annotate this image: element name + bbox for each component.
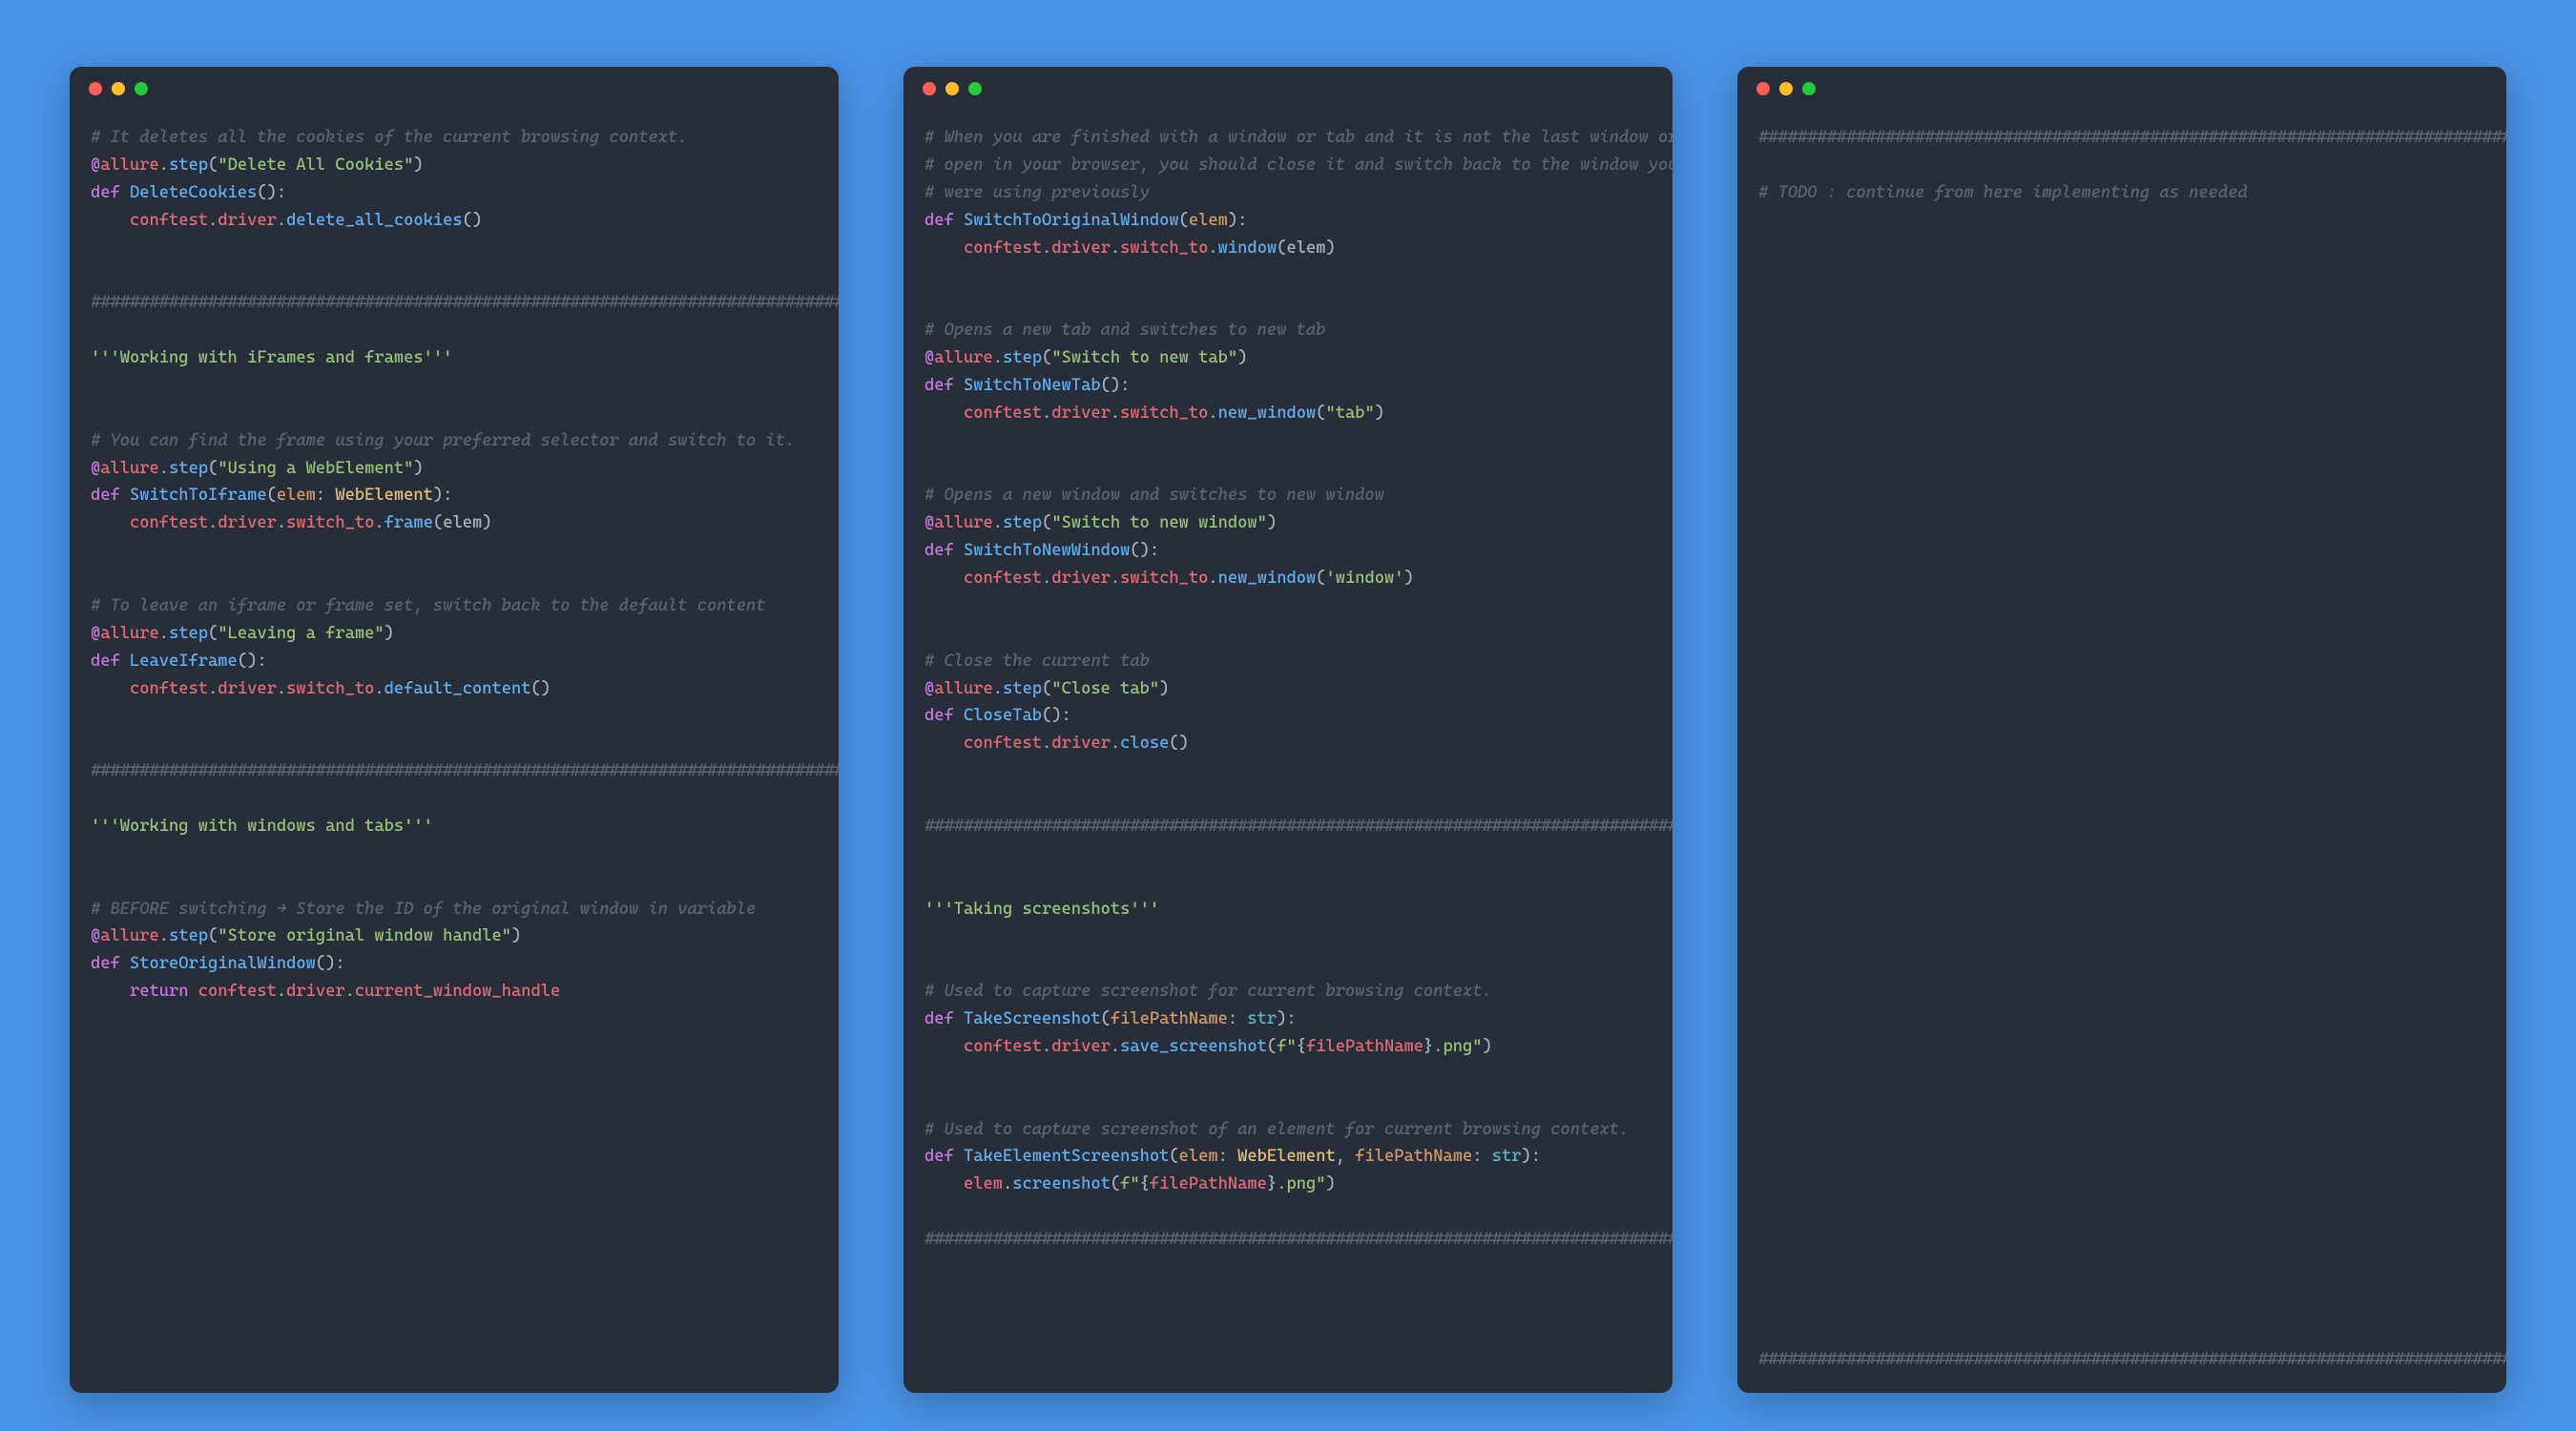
code-line: # open in your browser, you should close…	[924, 152, 1652, 179]
code-line: return conftest.driver.current_window_ha…	[91, 978, 818, 1006]
titlebar	[70, 67, 839, 111]
code-line: # Used to capture screenshot for current…	[924, 978, 1652, 1006]
code-line: conftest.driver.switch_to.frame(elem)	[91, 509, 818, 537]
minimize-icon[interactable]	[1779, 82, 1793, 95]
code-line: def LeaveIframe():	[91, 648, 818, 675]
editor-window-middle: # When you are finished with a window or…	[904, 67, 1672, 1393]
code-line	[924, 868, 1652, 896]
code-line: ########################################…	[91, 289, 818, 317]
code-line: def StoreOriginalWindow():	[91, 950, 818, 978]
code-line: # To leave an iframe or frame set, switc…	[91, 592, 818, 620]
code-line: # You can find the frame using your pref…	[91, 427, 818, 455]
close-icon[interactable]	[89, 82, 102, 95]
code-line	[91, 317, 818, 344]
divider-comment: ########################################…	[1758, 1350, 2506, 1369]
code-line	[91, 840, 818, 868]
code-line	[924, 455, 1652, 483]
code-line	[91, 235, 818, 262]
code-line	[91, 537, 818, 565]
editor-window-right: ########################################…	[1737, 67, 2506, 1393]
code-line: def TakeElementScreenshot(elem: WebEleme…	[924, 1143, 1652, 1171]
code-line: def SwitchToNewTab():	[924, 372, 1652, 400]
code-line	[924, 757, 1652, 785]
code-line: # Opens a new tab and switches to new ta…	[924, 317, 1652, 344]
code-line	[924, 950, 1652, 978]
maximize-icon[interactable]	[1802, 82, 1816, 95]
code-line: # When you are finished with a window or…	[924, 124, 1652, 152]
code-line	[91, 702, 818, 730]
code-line	[924, 261, 1652, 289]
code-line: # It deletes all the cookies of the curr…	[91, 124, 818, 152]
code-line: # Close the current tab	[924, 648, 1652, 675]
maximize-icon[interactable]	[135, 82, 148, 95]
code-line: # Opens a new window and switches to new…	[924, 482, 1652, 509]
code-line: @allure.step("Delete All Cookies")	[91, 152, 818, 179]
code-line	[924, 923, 1652, 950]
code-line	[924, 592, 1652, 620]
code-line	[91, 785, 818, 813]
code-line: def SwitchToOriginalWindow(elem):	[924, 207, 1652, 235]
titlebar	[1737, 67, 2506, 111]
code-line: def SwitchToIframe(elem: WebElement):	[91, 482, 818, 509]
code-line: ########################################…	[924, 813, 1652, 840]
code-line: @allure.step("Leaving a frame")	[91, 620, 818, 648]
code-line: elem.screenshot(f"{filePathName}.png")	[924, 1171, 1652, 1198]
code-line: '''Taking screenshots'''	[924, 896, 1652, 923]
code-line	[924, 1089, 1652, 1116]
code-line: conftest.driver.switch_to.window(elem)	[924, 235, 1652, 262]
code-line	[924, 1198, 1652, 1226]
editor-window-left: # It deletes all the cookies of the curr…	[70, 67, 839, 1393]
code-line: def SwitchToNewWindow():	[924, 537, 1652, 565]
code-line: conftest.driver.switch_to.default_conten…	[91, 675, 818, 703]
code-line: ########################################…	[924, 1226, 1652, 1254]
code-line	[924, 289, 1652, 317]
code-line: @allure.step("Close tab")	[924, 675, 1652, 703]
code-line	[91, 868, 818, 896]
code-line: # were using previously	[924, 179, 1652, 207]
code-area-left[interactable]: # It deletes all the cookies of the curr…	[70, 111, 839, 1034]
code-line: conftest.driver.save_screenshot(f"{fileP…	[924, 1033, 1652, 1061]
code-line	[91, 400, 818, 427]
code-line: def DeleteCookies():	[91, 179, 818, 207]
code-line	[1758, 152, 2485, 179]
code-line	[91, 730, 818, 757]
minimize-icon[interactable]	[112, 82, 125, 95]
code-line	[91, 565, 818, 592]
code-line: ########################################…	[91, 757, 818, 785]
code-line: conftest.driver.close()	[924, 730, 1652, 757]
code-line: # TODO : continue from here implementing…	[1758, 179, 2485, 207]
code-line: conftest.driver.delete_all_cookies()	[91, 207, 818, 235]
code-line: @allure.step("Store original window hand…	[91, 923, 818, 950]
code-line: def TakeScreenshot(filePathName: str):	[924, 1006, 1652, 1033]
code-line	[91, 372, 818, 400]
minimize-icon[interactable]	[945, 82, 959, 95]
code-line: '''Working with windows and tabs'''	[91, 813, 818, 840]
code-line	[924, 427, 1652, 455]
code-line	[924, 785, 1652, 813]
code-line	[924, 620, 1652, 648]
code-area-right-bottom[interactable]: ########################################…	[1737, 1346, 2506, 1393]
code-line: @allure.step("Using a WebElement")	[91, 455, 818, 483]
code-area-middle[interactable]: # When you are finished with a window or…	[904, 111, 1672, 1282]
maximize-icon[interactable]	[968, 82, 982, 95]
code-area-right[interactable]: ########################################…	[1737, 111, 2506, 1346]
code-line: def CloseTab():	[924, 702, 1652, 730]
code-line	[924, 1061, 1652, 1089]
code-line: ########################################…	[1758, 124, 2485, 152]
code-line: conftest.driver.switch_to.new_window('wi…	[924, 565, 1652, 592]
close-icon[interactable]	[923, 82, 936, 95]
code-line: # Used to capture screenshot of an eleme…	[924, 1116, 1652, 1144]
code-line: @allure.step("Switch to new window")	[924, 509, 1652, 537]
code-line	[91, 261, 818, 289]
code-line	[924, 840, 1652, 868]
code-line: @allure.step("Switch to new tab")	[924, 344, 1652, 372]
code-line: # BEFORE switching → Store the ID of the…	[91, 896, 818, 923]
code-line: conftest.driver.switch_to.new_window("ta…	[924, 400, 1652, 427]
close-icon[interactable]	[1756, 82, 1770, 95]
titlebar	[904, 67, 1672, 111]
code-line: '''Working with iFrames and frames'''	[91, 344, 818, 372]
